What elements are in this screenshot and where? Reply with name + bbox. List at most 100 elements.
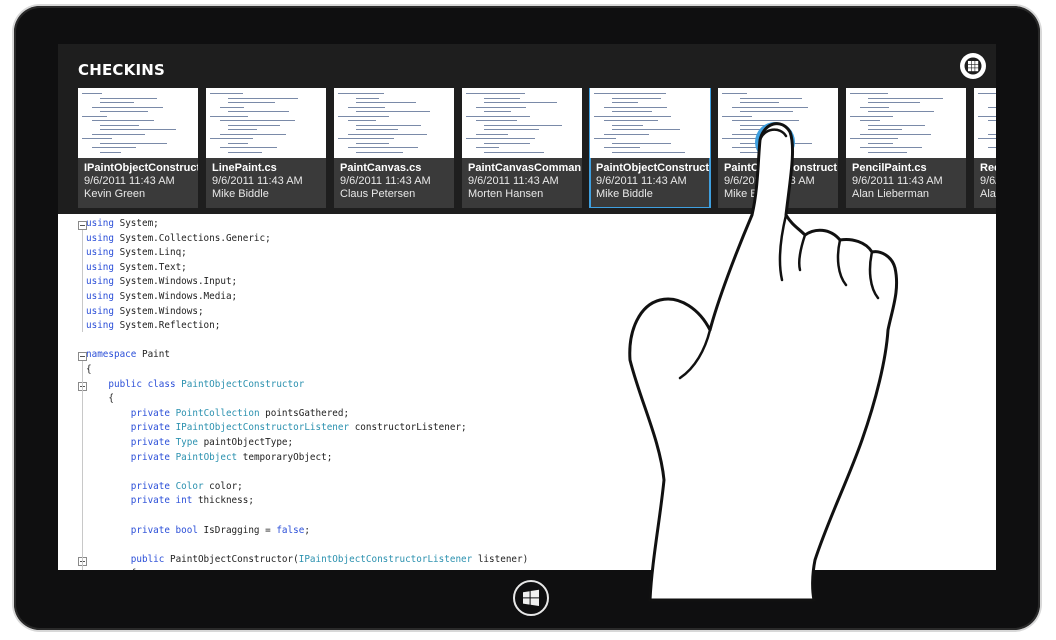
fold-toggle[interactable] bbox=[78, 352, 87, 362]
thumbnail-line bbox=[356, 111, 430, 112]
code-line: using System.Windows.Input; bbox=[86, 276, 237, 290]
thumbnail-line bbox=[484, 129, 539, 130]
thumbnail-line bbox=[100, 129, 176, 130]
thumbnail-line bbox=[92, 106, 163, 108]
thumbnail-line bbox=[868, 142, 893, 144]
code-keyword: false bbox=[276, 524, 305, 536]
checkin-date: 9/6/ bbox=[980, 175, 996, 187]
checkin-author: Kevin Green bbox=[84, 188, 146, 200]
checkin-date: 9/6/2011 11:43 AM bbox=[468, 175, 559, 187]
checkin-author: Claus Petersen bbox=[340, 188, 416, 200]
code-keyword: using bbox=[86, 261, 114, 273]
code-keyword: using bbox=[86, 291, 114, 302]
code-line: public PaintObjectConstructor(IPaintObje… bbox=[86, 554, 528, 568]
code-line: private Type paintObjectType; bbox=[86, 437, 293, 451]
checkin-filename: PaintObjectConstruct bbox=[596, 162, 710, 174]
code-text: { bbox=[86, 393, 114, 405]
checkin-filename: PaintObjectConstruct bbox=[724, 162, 838, 174]
code-type: IPaintObjectConstructorListener bbox=[175, 422, 350, 434]
checkin-meta: PaintObjectConstruct 9/6/2011 11:43 AM Mik… bbox=[724, 161, 838, 201]
thumbnail-line bbox=[850, 115, 893, 117]
thumbnail-line bbox=[732, 106, 808, 108]
checkin-meta: PaintObjectConstruct 9/6/2011 11:43 AM Mik… bbox=[596, 161, 710, 201]
code-keyword: public class bbox=[108, 378, 176, 390]
code-text: temporaryObject; bbox=[237, 451, 333, 463]
code-editor[interactable]: using System; using System.Collections.Ge… bbox=[58, 216, 996, 570]
start-button[interactable] bbox=[513, 580, 549, 616]
thumbnail-line bbox=[220, 133, 286, 135]
thumbnail-line bbox=[476, 120, 517, 121]
checkin-card[interactable]: PaintObjectConstruct 9/6/2011 11:43 AM Mik… bbox=[589, 88, 711, 208]
code-text: Paint bbox=[136, 349, 170, 361]
thumbnail-line bbox=[604, 120, 658, 121]
code-text: System.Windows; bbox=[114, 305, 204, 317]
checkin-card[interactable]: Rec9/6/Alan bbox=[974, 88, 996, 208]
code-thumbnail bbox=[974, 88, 996, 158]
code-text: System.Linq; bbox=[114, 247, 187, 259]
thumbnail-line bbox=[484, 111, 511, 112]
checkin-filename: PaintCanvasComman bbox=[468, 162, 582, 174]
checkin-card[interactable]: IPaintObjectConstruct 9/6/2011 11:43 AM Ke… bbox=[78, 88, 198, 208]
thumbnail-line bbox=[612, 111, 652, 112]
thumbnail-line bbox=[860, 120, 880, 121]
code-line: private bool IsDragging = false; bbox=[86, 525, 310, 539]
windows-logo-icon bbox=[523, 589, 539, 606]
thumbnail-line bbox=[220, 106, 244, 108]
thumbnail-line bbox=[868, 151, 907, 153]
thumbnail-line bbox=[228, 97, 298, 99]
code-keyword: using bbox=[86, 232, 114, 244]
thumbnail-line bbox=[594, 115, 671, 117]
thumbnail-line bbox=[988, 106, 996, 108]
checkin-card[interactable]: PaintCanvasComman 9/6/2011 11:43 AM Morten… bbox=[462, 88, 582, 208]
thumbnail-line bbox=[466, 115, 530, 117]
code-line: namespace Paint bbox=[86, 349, 170, 363]
thumbnail-line bbox=[612, 142, 671, 144]
thumbnail-line bbox=[228, 142, 248, 144]
checkin-filename: IPaintObjectConstruct bbox=[84, 162, 198, 174]
thumbnail-line bbox=[612, 129, 680, 130]
thumbnail-line bbox=[484, 124, 562, 126]
code-text: System; bbox=[114, 218, 159, 229]
code-text: System.Windows.Input; bbox=[114, 276, 238, 288]
code-line: using System.Windows; bbox=[86, 306, 204, 320]
fold-guide bbox=[82, 230, 83, 333]
thumbnail-line bbox=[210, 93, 243, 94]
code-type: PaintObject bbox=[175, 451, 238, 463]
code-line: using System; bbox=[86, 218, 159, 232]
checkin-card[interactable]: PencilPaint.cs 9/6/2011 11:43 AM Alan Lieb… bbox=[846, 88, 966, 208]
thumbnail-line bbox=[740, 97, 802, 99]
code-line: public class PaintObjectConstructor bbox=[86, 379, 304, 393]
code-line: { bbox=[86, 364, 92, 378]
checkin-meta: PaintCanvas.cs 9/6/2011 11:43 AM Claus Pet… bbox=[340, 161, 454, 201]
thumbnail-line bbox=[860, 106, 889, 108]
code-keyword: private bbox=[130, 422, 170, 434]
fold-toggle[interactable] bbox=[78, 221, 87, 230]
code-thumbnail bbox=[206, 88, 326, 158]
code-text: thickness; bbox=[192, 495, 254, 507]
code-keyword: using bbox=[86, 305, 114, 317]
checkin-meta: IPaintObjectConstruct 9/6/2011 11:43 AM Ke… bbox=[84, 161, 198, 201]
thumbnail-line bbox=[92, 147, 136, 148]
code-text: System.Reflection; bbox=[114, 320, 221, 332]
thumbnail-line bbox=[348, 120, 376, 121]
code-text: System.Windows.Media; bbox=[114, 291, 238, 302]
code-line: using System.Collections.Generic; bbox=[86, 233, 271, 247]
checkin-strip: IPaintObjectConstruct 9/6/2011 11:43 AM Ke… bbox=[78, 88, 996, 208]
thumbnail-line bbox=[476, 133, 508, 135]
checkin-card[interactable]: PaintCanvas.cs 9/6/2011 11:43 AM Claus Pet… bbox=[334, 88, 454, 208]
thumbnail-line bbox=[988, 120, 996, 121]
code-line: private int thickness; bbox=[86, 495, 254, 509]
thumbnail-line bbox=[100, 142, 167, 144]
code-keyword: private bbox=[130, 437, 170, 448]
checkin-card[interactable]: LinePaint.cs 9/6/2011 11:43 AM Mike Biddle bbox=[206, 88, 326, 208]
grid-view-button[interactable] bbox=[960, 53, 986, 79]
thumbnail-line bbox=[978, 93, 996, 94]
code-thumbnail bbox=[334, 88, 454, 158]
thumbnail-line bbox=[604, 106, 667, 108]
checkin-author: Alan Lieberman bbox=[852, 188, 930, 200]
checkin-card[interactable]: PaintObjectConstruct 9/6/2011 11:43 AM Mik… bbox=[718, 88, 838, 208]
